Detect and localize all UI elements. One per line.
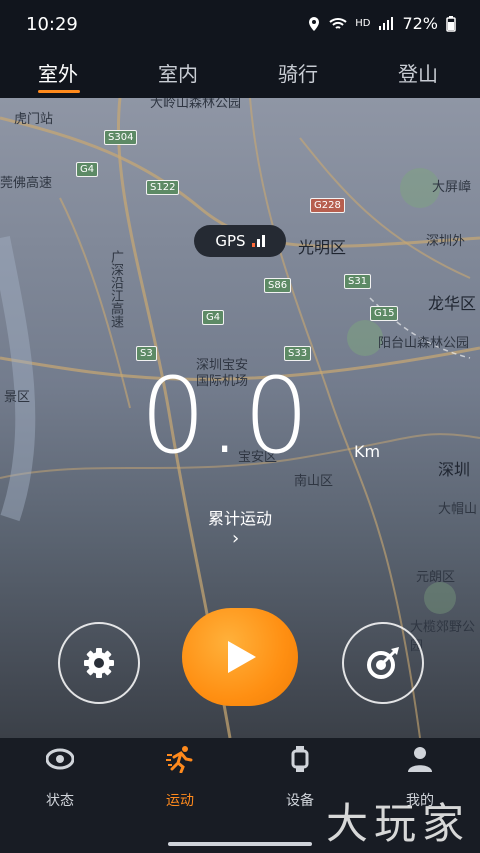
map-label: 光明区 [298, 238, 347, 257]
map-label: 景区 [4, 390, 31, 405]
gps-label: GPS [215, 232, 246, 250]
goal-button[interactable] [342, 622, 424, 704]
nav-exercise[interactable]: 运动 [140, 746, 220, 810]
road-shield: G15 [370, 306, 399, 321]
status-bar: 10:29 HD 72% [0, 0, 480, 50]
home-indicator[interactable] [168, 842, 312, 846]
distance-value: 0.0 [140, 355, 312, 477]
tab-hiking[interactable]: 登山 [398, 58, 438, 87]
eye-icon [46, 748, 74, 770]
total-exercise-link[interactable]: 累计运动 [0, 505, 480, 529]
map-label: 虎门站 [14, 112, 54, 127]
nav-status[interactable]: 状态 [20, 748, 100, 810]
start-button[interactable] [182, 608, 298, 706]
gps-status: GPS [194, 225, 286, 257]
running-icon [166, 746, 193, 773]
road-shield: S31 [344, 274, 372, 289]
gps-signal-icon [251, 235, 265, 247]
tab-cycling[interactable]: 骑行 [278, 58, 318, 87]
tab-outdoor[interactable]: 室外 [38, 58, 78, 87]
map-label: 广深沿江高速 [108, 250, 123, 328]
nav-device-label: 设备 [286, 793, 314, 809]
map-label: 大屏嶂 [432, 180, 472, 195]
road-shield: G228 [310, 198, 345, 213]
map-label: 阳台山森林公园 [378, 336, 470, 351]
map-label: 深圳外 [426, 234, 466, 249]
nav-status-label: 状态 [46, 793, 74, 809]
distance-unit: Km [354, 442, 381, 461]
map-label: 莞佛高速 [0, 176, 53, 191]
gear-icon [84, 648, 114, 678]
status-icons: HD 72% [307, 14, 456, 33]
road-shield: S86 [264, 278, 292, 293]
network-type: HD [355, 18, 371, 29]
location-icon [309, 16, 320, 31]
battery-icon [446, 15, 456, 32]
tab-indoor[interactable]: 室内 [158, 58, 198, 87]
watch-icon [291, 746, 309, 772]
road-shield: G4 [202, 310, 225, 325]
tab-active-indicator [38, 90, 80, 93]
target-icon [367, 647, 399, 679]
nav-exercise-label: 运动 [166, 793, 194, 809]
chevron-right-icon[interactable]: › [232, 528, 239, 549]
settings-button[interactable] [58, 622, 140, 704]
battery-percent: 72% [402, 14, 438, 33]
road-shield: S304 [104, 130, 138, 145]
watermark: 大玩家 [325, 799, 470, 848]
map-label: 龙华区 [428, 294, 477, 313]
wifi-icon [329, 17, 347, 29]
road-shield: G4 [76, 162, 99, 177]
person-icon [408, 747, 432, 772]
play-icon [228, 641, 256, 673]
status-time: 10:29 [26, 14, 78, 35]
map-label: 大岭山森林公园 [150, 98, 242, 111]
road-shield: S122 [146, 180, 180, 195]
signal-icon [379, 16, 394, 30]
sport-tabs: 室外 室内 骑行 登山 [0, 50, 480, 98]
map-label: 深圳 [438, 460, 471, 479]
map-label: 元朗区 [416, 570, 456, 585]
